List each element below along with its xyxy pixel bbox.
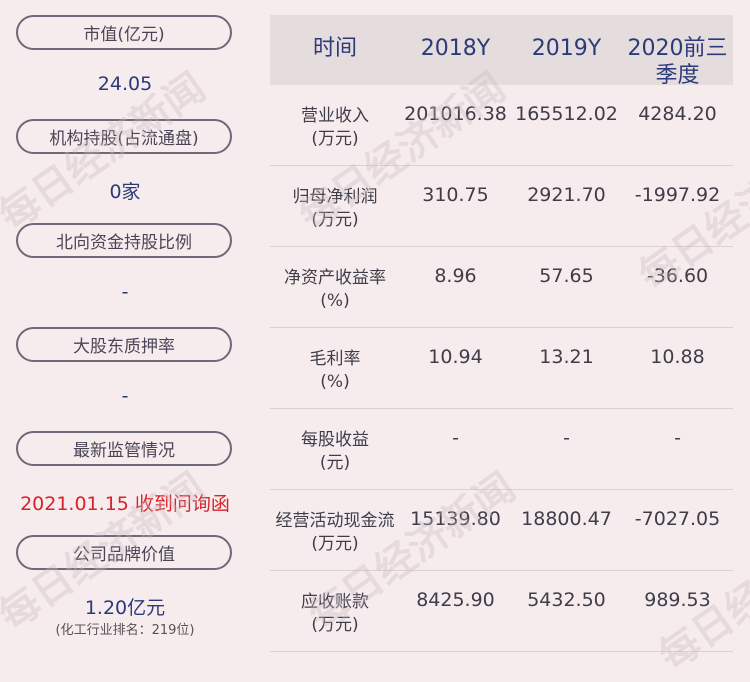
cell: 165512.02 [515,103,618,125]
market-cap-value: 24.05 [97,73,153,95]
cell: 18800.47 [521,508,612,530]
brand-rank-note: (化工行业排名：219位) [55,623,195,638]
cell: 8425.90 [416,589,495,611]
market-cap-label: 市值(亿元) [16,15,232,50]
cell: 5432.50 [527,589,606,611]
row-unit: (%) [320,291,350,311]
regulatory-status-label: 最新监管情况 [16,431,232,466]
header-2019: 2019Y [531,36,602,61]
cell: 201016.38 [404,103,507,125]
cell: -7027.05 [634,508,721,530]
cell: 2921.70 [527,184,606,206]
cell: 8.96 [434,265,477,287]
cell: - [452,427,459,449]
brand-value-value: 1.20亿元 [84,597,166,619]
northbound-ratio-label: 北向资金持股比例 [16,223,232,258]
cell: -1997.92 [634,184,721,206]
table-row: 每股收益 (元) - - - [270,409,733,490]
table-row: 净资产收益率 (%) 8.96 57.65 -36.60 [270,247,733,328]
row-unit: (元) [319,453,351,473]
cell: - [674,427,681,449]
row-label: 归母净利润 [292,187,378,207]
row-label: 应收账款 [301,592,369,612]
table-row: 应收账款 (万元) 8425.90 5432.50 989.53 [270,571,733,652]
row-label: 净资产收益率 [284,268,386,288]
row-unit: (万元) [311,210,359,230]
pledge-rate-value: - [121,385,129,407]
left-panel: 市值(亿元) 24.05 机构持股(占流通盘) 0家 北向资金持股比例 - 大股… [0,0,250,667]
cell: - [563,427,570,449]
table-row: 归母净利润 (万元) 310.75 2921.70 -1997.92 [270,166,733,247]
row-label: 营业收入 [301,106,369,126]
cell: 310.75 [422,184,489,206]
row-unit: (%) [320,372,350,392]
northbound-ratio-value: - [121,281,129,303]
cell: -36.60 [646,265,709,287]
regulatory-status-value: 2021.01.15 收到问询函 [20,493,230,515]
cell: 4284.20 [638,103,717,125]
institutional-holding-label: 机构持股(占流通盘) [16,119,232,154]
cell: 989.53 [644,589,711,611]
cell: 10.88 [650,346,705,368]
cell: 15139.80 [410,508,501,530]
institutional-holding-value: 0家 [109,181,141,203]
row-unit: (万元) [311,129,359,149]
cell: 10.94 [428,346,483,368]
table-row: 毛利率 (%) 10.94 13.21 10.88 [270,328,733,409]
cell: 13.21 [539,346,594,368]
row-unit: (万元) [311,615,359,635]
pledge-rate-label: 大股东质押率 [16,327,232,362]
row-unit: (万元) [311,534,359,554]
table-header: 时间 2018Y 2019Y 2020前三季度 [270,15,733,88]
row-label: 每股收益 [301,430,369,450]
cell: 57.65 [539,265,594,287]
header-2020q3: 2020前三季度 [627,36,728,88]
row-label: 毛利率 [309,349,361,369]
brand-value-label: 公司品牌价值 [16,535,232,570]
header-2018: 2018Y [420,36,491,61]
row-label: 经营活动现金流 [275,511,395,531]
header-time: 时间 [312,36,357,61]
table-row: 营业收入 (万元) 201016.38 165512.02 4284.20 [270,85,733,166]
financial-table: 时间 2018Y 2019Y 2020前三季度 营业收入 (万元) 201016.… [270,15,733,652]
table-row: 经营活动现金流 (万元) 15139.80 18800.47 -7027.05 [270,490,733,571]
